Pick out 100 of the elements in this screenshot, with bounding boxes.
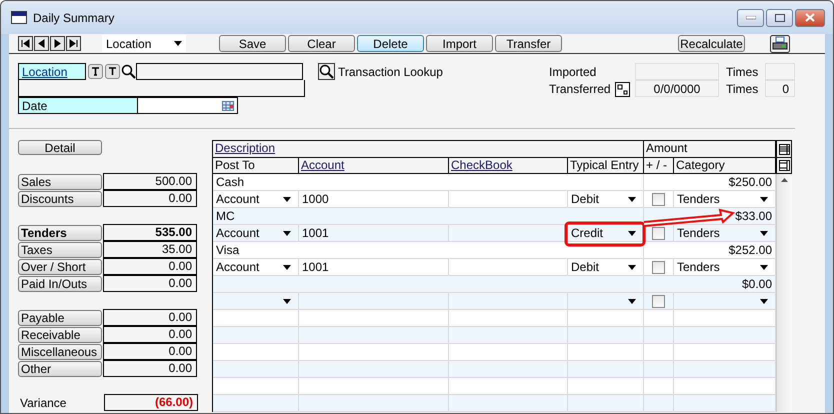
summary-button[interactable]: Payable [18,310,102,326]
caret-icon [760,196,768,202]
summary-button[interactable]: Paid In/Outs [18,276,102,292]
summary-button[interactable]: Receivable [18,327,102,343]
summary-value: 35.00 [103,241,197,258]
account-cell[interactable] [299,293,449,310]
scrollbar[interactable] [776,174,792,412]
category-dropdown[interactable]: Tenders [674,191,776,208]
view-dropdown[interactable]: Location [102,35,186,52]
column-header: Category [674,157,776,174]
close-button[interactable] [795,8,825,26]
imported-label: Imported [549,64,598,80]
maximize-button[interactable] [766,8,793,26]
toolbar-button[interactable]: Import [426,35,493,52]
table-cell [644,327,674,344]
location-field[interactable] [136,63,303,80]
checkbook-cell[interactable] [449,191,568,208]
checkbook-cell[interactable] [449,293,568,310]
column-header: + / - [644,157,674,174]
sign-checkbox[interactable] [652,226,665,240]
checkbook-cell[interactable] [449,259,568,276]
last-record-icon [68,38,79,49]
minimize-icon [746,16,756,20]
account-cell[interactable]: 1001 [299,225,449,242]
transaction-lookup-label[interactable]: Transaction Lookup [338,64,443,78]
category-dropdown[interactable]: Tenders [674,259,776,276]
nav-button[interactable] [66,36,81,51]
printer-icon[interactable] [770,34,790,52]
close-icon [805,13,815,22]
summary-value: 0.00 [103,190,197,207]
sign-checkbox[interactable] [652,294,665,308]
caret-icon [174,41,182,46]
table-cell [644,361,674,378]
date-label: Date [18,97,138,114]
nav-button[interactable] [18,36,33,51]
post-to-dropdown[interactable]: Account [213,225,299,242]
summary-button[interactable]: Over / Short [18,259,102,275]
minimize-button[interactable] [737,8,764,26]
summary-button[interactable]: Tenders [18,225,102,241]
date-field[interactable] [138,97,238,114]
nav-button[interactable] [34,36,49,51]
caret-icon [283,230,291,236]
column-chooser-icon[interactable] [776,140,792,157]
first-record-icon [20,38,31,49]
caret-icon [628,196,636,202]
caret-icon [283,298,291,304]
recalculate-button[interactable]: Recalculate [678,35,745,52]
caret-icon [760,298,768,304]
column-chooser-icon[interactable] [776,157,792,174]
summary-value: 535.00 [103,224,197,241]
caret-icon [760,230,768,236]
column-header[interactable]: CheckBook [449,157,568,174]
category-dropdown[interactable]: Tenders [674,225,776,242]
next-record-icon [52,38,63,49]
summary-value: 0.00 [103,326,197,343]
summary-button[interactable]: Miscellaneous [18,344,102,360]
summary-button[interactable]: Taxes [18,242,102,258]
account-cell[interactable]: 1001 [299,259,449,276]
toolbar-button[interactable]: Save [219,35,286,52]
caret-icon [628,298,636,304]
summary-button[interactable]: Sales [18,174,102,190]
scroll-up-icon[interactable] [781,178,788,182]
search-icon[interactable] [121,64,136,79]
amount-header: Amount [644,140,776,157]
description-cell: Cash [213,174,644,191]
toolbar-button[interactable]: Clear [288,35,355,52]
window-icon [11,11,27,24]
maximize-icon [774,14,784,22]
typical-entry-dropdown[interactable]: Credit [568,225,644,242]
post-to-dropdown[interactable]: Account [213,259,299,276]
summary-button[interactable]: Other [18,361,102,377]
variance-value: (66.00) [104,394,198,411]
caret-icon [283,196,291,202]
transferred-date-field: 0/0/0000 [635,80,719,97]
nav-button[interactable] [50,36,65,51]
caret-icon [760,264,768,270]
sign-checkbox[interactable] [652,260,665,274]
calendar-icon[interactable] [222,100,234,110]
location-link[interactable]: Location [18,63,86,80]
detail-button[interactable]: Detail [18,140,102,155]
toolbar-button[interactable]: Delete [357,35,424,52]
description-header[interactable]: Description [213,140,644,157]
variance-label: Variance [19,396,68,410]
summary-value: 500.00 [103,173,197,190]
account-cell[interactable]: 1000 [299,191,449,208]
table-cell [644,378,674,395]
search-icon[interactable] [318,63,335,80]
checkbook-cell[interactable] [449,225,568,242]
location-name-field[interactable] [18,80,305,97]
column-header[interactable]: Account [299,157,449,174]
typical-entry-dropdown[interactable]: Debit [568,191,644,208]
reset-icon[interactable] [614,82,630,96]
post-to-dropdown[interactable]: Account [213,191,299,208]
typical-entry-dropdown[interactable]: Debit [568,259,644,276]
summary-button[interactable]: Discounts [18,191,102,207]
text-format-icon[interactable] [105,64,120,79]
toolbar-button[interactable]: Transfer [495,35,562,52]
text-format-icon[interactable] [88,64,103,79]
sign-checkbox[interactable] [652,192,665,206]
summary-value: 0.00 [103,309,197,326]
